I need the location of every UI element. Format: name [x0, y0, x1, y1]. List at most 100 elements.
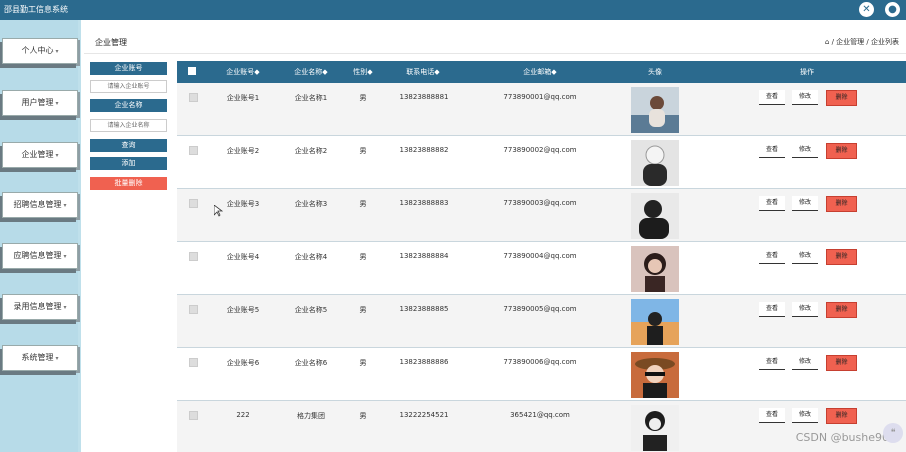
header-account[interactable]: 企业账号◆ [217, 61, 269, 83]
cell-account: 企业账号5 [226, 306, 260, 314]
view-button[interactable]: 查看 [759, 355, 785, 370]
cell-account: 企业账号6 [226, 359, 260, 367]
cell-name: 企业名称6 [294, 359, 328, 367]
breadcrumb: ⌂ / 企业管理 / 企业列表 [825, 37, 899, 47]
row-checkbox[interactable] [189, 358, 198, 367]
delete-button[interactable]: 删除 [826, 143, 857, 159]
chevron-down-icon: ▾ [55, 355, 59, 362]
account-search-input[interactable]: 请输入企业账号 [90, 80, 167, 93]
view-button[interactable]: 查看 [759, 196, 785, 211]
chevron-down-icon: ▾ [55, 152, 59, 159]
home-icon[interactable]: ⌂ [825, 38, 829, 46]
row-checkbox[interactable] [189, 93, 198, 102]
sidebar-item-label: 录用信息管理 [13, 302, 62, 311]
chevron-down-icon: ▾ [55, 48, 59, 55]
avatar [631, 299, 679, 345]
view-button[interactable]: 查看 [759, 90, 785, 105]
sidebar-item-personal-center[interactable]: 个人中心 ▾ [2, 38, 78, 64]
view-button[interactable]: 查看 [759, 249, 785, 264]
select-all-checkbox[interactable] [188, 67, 196, 75]
cell-name: 企业名称4 [294, 253, 328, 261]
avatar [631, 246, 679, 292]
sidebar-item-application-management[interactable]: 应聘信息管理 ▾ [2, 243, 78, 269]
app-title: 邵县勤工信息系统 [4, 5, 68, 14]
close-icon[interactable]: ✕ [859, 2, 874, 17]
sidebar-item-user-management[interactable]: 用户管理 ▾ [2, 90, 78, 116]
view-button[interactable]: 查看 [759, 143, 785, 158]
cell-account: 企业账号2 [226, 147, 260, 155]
edit-button[interactable]: 修改 [792, 196, 818, 211]
chat-icon[interactable]: ❝ [883, 423, 903, 443]
table-row: 企业账号4 企业名称4 男 13823888884 773890004@qq.c… [177, 242, 906, 295]
delete-button[interactable]: 删除 [826, 302, 857, 318]
delete-button[interactable]: 删除 [826, 196, 857, 212]
cell-account: 企业账号3 [226, 200, 260, 208]
add-button[interactable]: 添加 [90, 157, 167, 170]
table-header: 企业账号◆ 企业名称◆ 性别◆ 联系电话◆ 企业邮箱◆ 头像 操作 [177, 61, 906, 83]
avatar-image [631, 87, 679, 133]
table-row: 企业账号3 企业名称3 男 13823888883 773890003@qq.c… [177, 189, 906, 242]
edit-button[interactable]: 修改 [792, 355, 818, 370]
sidebar-panel [0, 20, 78, 452]
sidebar-item-hire-management[interactable]: 录用信息管理 ▾ [2, 294, 78, 320]
edit-button[interactable]: 修改 [792, 249, 818, 264]
query-button[interactable]: 查询 [90, 139, 167, 152]
cell-name: 企业名称5 [294, 306, 328, 314]
delete-button[interactable]: 删除 [826, 355, 857, 371]
avatar-image [631, 193, 679, 239]
avatar [631, 193, 679, 239]
cell-phone: 13823888881 [399, 93, 449, 101]
name-label: 企业名称 [90, 99, 167, 112]
cell-account: 企业账号1 [226, 94, 260, 102]
header-name[interactable]: 企业名称◆ [285, 61, 337, 83]
avatar [631, 405, 679, 451]
mouse-cursor-icon [214, 205, 223, 217]
cell-account: 222 [236, 411, 250, 419]
avatar [631, 352, 679, 398]
cell-email: 773890005@qq.com [503, 305, 577, 313]
cell-email: 365421@qq.com [510, 411, 570, 419]
edit-button[interactable]: 修改 [792, 408, 818, 423]
view-button[interactable]: 查看 [759, 302, 785, 317]
cell-name: 企业名称3 [294, 200, 328, 208]
cell-gender: 男 [359, 412, 367, 420]
sidebar: 个人中心 ▾ 用户管理 ▾ 企业管理 ▾ 招聘信息管理 ▾ 应聘信息管理 ▾ 录用信息管理… [0, 20, 81, 452]
avatar-image [631, 405, 679, 451]
name-search-input[interactable]: 请输入企业名称 [90, 119, 167, 132]
cell-gender: 男 [359, 200, 367, 208]
sidebar-item-label: 招聘信息管理 [13, 200, 62, 209]
top-bar: 邵县勤工信息系统 ✕ ● [0, 0, 906, 20]
edit-button[interactable]: 修改 [792, 302, 818, 317]
sidebar-item-recruit-management[interactable]: 招聘信息管理 ▾ [2, 192, 78, 218]
sidebar-item-label: 企业管理 [21, 150, 54, 159]
row-checkbox[interactable] [189, 411, 198, 420]
cell-gender: 男 [359, 306, 367, 314]
batch-delete-button[interactable]: 批量删除 [90, 177, 167, 190]
row-checkbox[interactable] [189, 199, 198, 208]
row-checkbox[interactable] [189, 252, 198, 261]
sidebar-item-company-management[interactable]: 企业管理 ▾ [2, 142, 78, 168]
row-checkbox[interactable] [189, 305, 198, 314]
cell-gender: 男 [359, 253, 367, 261]
chevron-down-icon: ▾ [55, 100, 59, 107]
cell-gender: 男 [359, 94, 367, 102]
view-button[interactable]: 查看 [759, 408, 785, 423]
sidebar-item-system-management[interactable]: 系统管理 ▾ [2, 345, 78, 371]
cell-gender: 男 [359, 147, 367, 155]
company-table: 企业账号◆ 企业名称◆ 性别◆ 联系电话◆ 企业邮箱◆ 头像 操作 企业账号1 … [177, 61, 906, 452]
delete-button[interactable]: 删除 [826, 90, 857, 106]
edit-button[interactable]: 修改 [792, 143, 818, 158]
table-row: 企业账号5 企业名称5 男 13823888885 773890005@qq.c… [177, 295, 906, 348]
table-row: 企业账号2 企业名称2 男 13823888882 773890002@qq.c… [177, 136, 906, 189]
cell-phone: 13823888883 [399, 199, 449, 207]
delete-button[interactable]: 删除 [826, 408, 857, 424]
header-phone[interactable]: 联系电话◆ [393, 61, 453, 83]
avatar-image [631, 299, 679, 345]
user-icon[interactable]: ● [885, 2, 900, 17]
header-gender[interactable]: 性别◆ [345, 61, 381, 83]
row-checkbox[interactable] [189, 146, 198, 155]
edit-button[interactable]: 修改 [792, 90, 818, 105]
header-email[interactable]: 企业邮箱◆ [507, 61, 573, 83]
delete-button[interactable]: 删除 [826, 249, 857, 265]
table-row: 企业账号6 企业名称6 男 13823888886 773890006@qq.c… [177, 348, 906, 401]
